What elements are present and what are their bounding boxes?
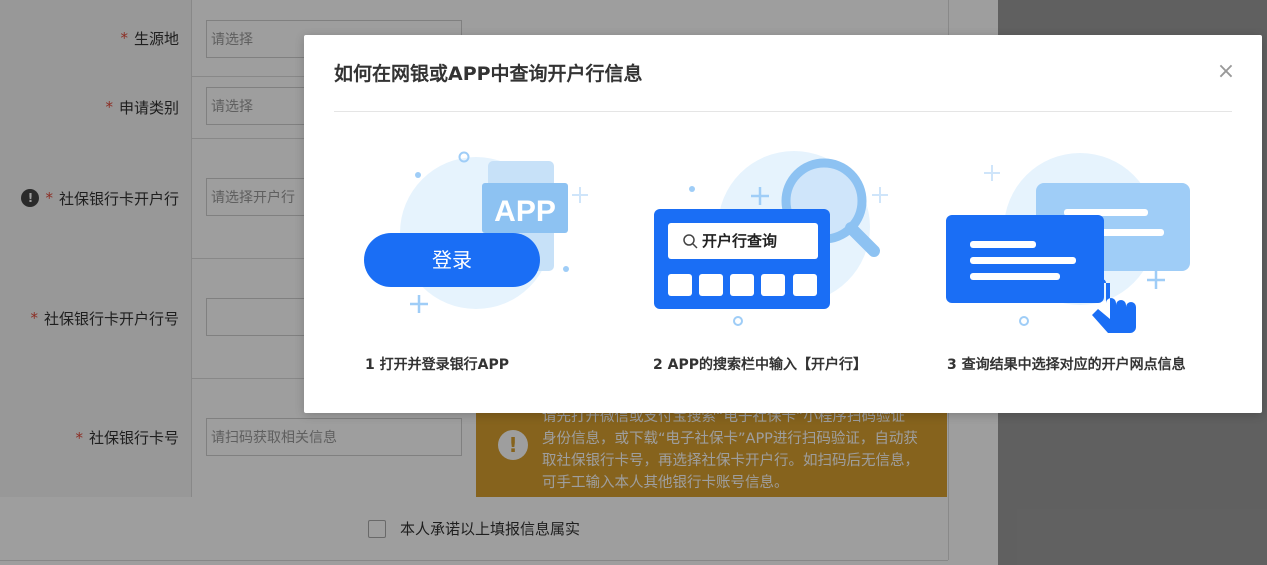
login-button-text: 登录 [432, 248, 472, 272]
app-badge-text: APP [494, 195, 556, 228]
search-bar-text: 开户行查询 [702, 232, 777, 250]
step2-caption: 2 APP的搜索栏中输入【开户行】 [653, 357, 867, 373]
modal-divider [334, 111, 1232, 112]
modal-title: 如何在网银或APP中查询开户行信息 [334, 63, 643, 85]
step1-illustration: APP 登录 [364, 151, 588, 313]
step3-caption: 3 查询结果中选择对应的开户网点信息 [947, 357, 1186, 373]
close-icon[interactable]: × [1214, 61, 1238, 85]
step3-illustration [946, 153, 1190, 333]
step2-illustration: 开户行查询 [654, 151, 888, 326]
step1-caption: 1 打开并登录银行APP [365, 357, 509, 373]
help-modal: 如何在网银或APP中查询开户行信息 × APP 登录 开户行查询 1 打开并登录… [304, 35, 1262, 413]
